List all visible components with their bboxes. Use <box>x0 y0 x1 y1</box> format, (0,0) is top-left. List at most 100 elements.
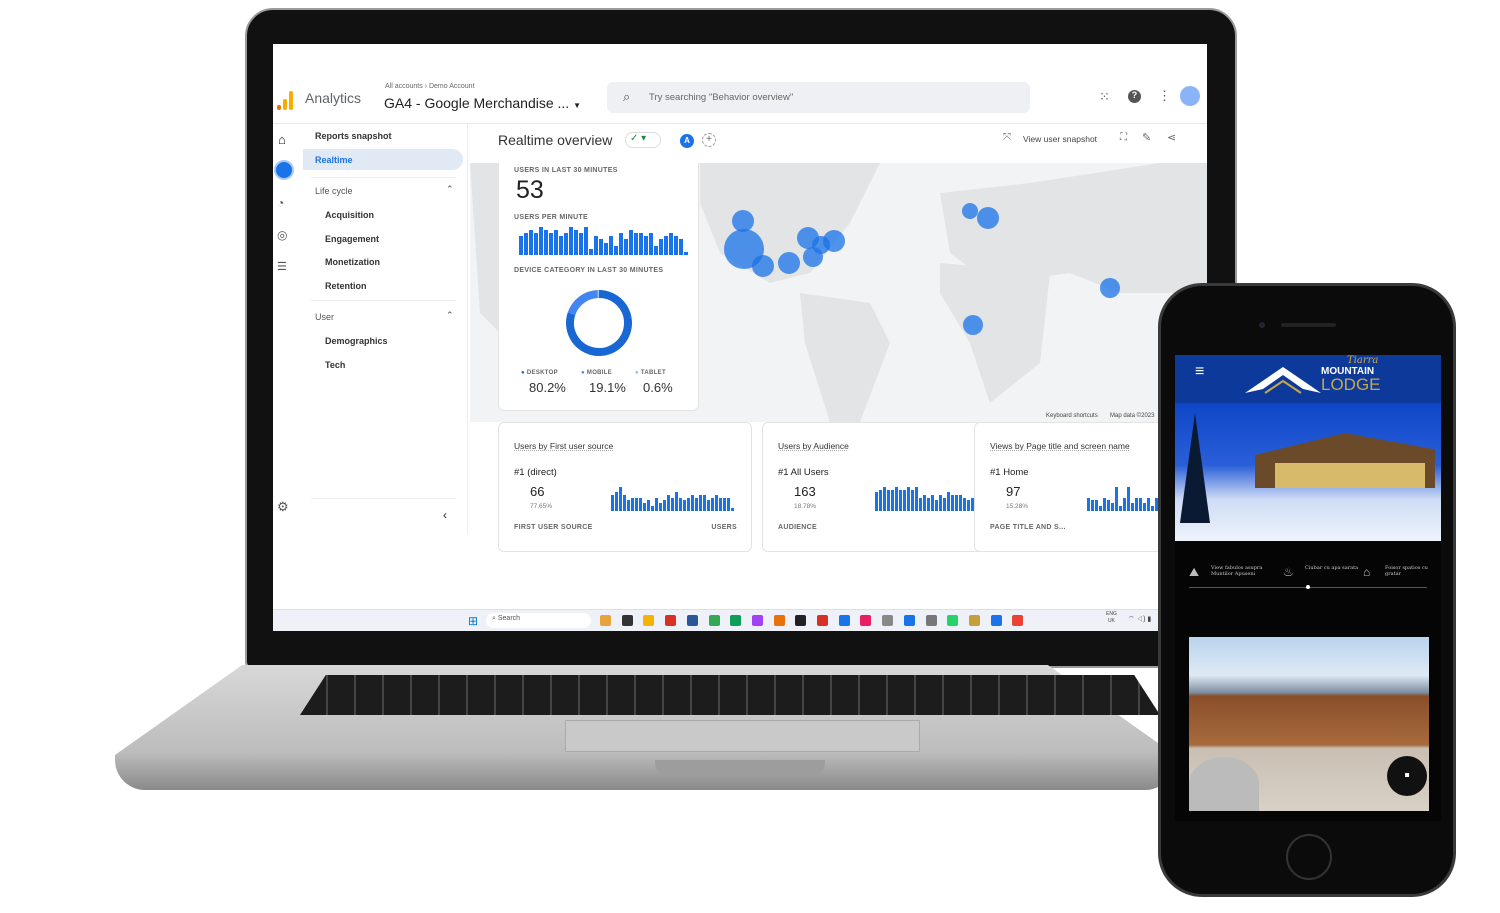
nav-lifecycle-header[interactable]: Life cycle <box>315 186 353 196</box>
bar[interactable] <box>651 505 654 511</box>
nav-user-header[interactable]: User <box>315 312 334 322</box>
search-bar[interactable]: ⌕ Try searching "Behavior overview" <box>607 82 1030 113</box>
bar[interactable] <box>939 495 942 511</box>
nav-retention[interactable]: Retention <box>325 281 367 291</box>
bar[interactable] <box>544 230 548 255</box>
bar[interactable] <box>1107 500 1110 511</box>
bar[interactable] <box>675 492 678 511</box>
bar[interactable] <box>943 497 946 511</box>
breadcrumb[interactable]: All accounts › Demo Account <box>385 83 475 90</box>
bar[interactable] <box>963 497 966 511</box>
settings-gear-icon[interactable]: ⚙ <box>277 499 289 515</box>
bar[interactable] <box>959 495 962 511</box>
taskbar-app-icon[interactable] <box>730 615 742 626</box>
taskbar-app-icon[interactable] <box>643 615 655 626</box>
bar[interactable] <box>519 236 523 255</box>
bar[interactable] <box>899 489 902 511</box>
bar[interactable] <box>935 500 938 511</box>
bar[interactable] <box>589 248 593 255</box>
bar[interactable] <box>684 251 688 255</box>
bar[interactable] <box>649 233 653 255</box>
view-user-snapshot-button[interactable]: View user snapshot <box>1023 134 1097 144</box>
edit-report-icon[interactable]: ✎ <box>1142 131 1151 144</box>
bar[interactable] <box>887 489 890 511</box>
bar[interactable] <box>895 487 898 511</box>
bar[interactable] <box>624 239 628 255</box>
carousel-dot[interactable] <box>1306 585 1310 589</box>
bar[interactable] <box>549 233 553 255</box>
bar[interactable] <box>659 503 662 511</box>
card-sparkline[interactable] <box>875 485 990 511</box>
keyboard-shortcuts-link[interactable]: Keyboard shortcuts <box>1046 413 1098 419</box>
audience-avatar[interactable]: A <box>680 134 694 148</box>
bar[interactable] <box>564 233 568 255</box>
device-donut-chart[interactable] <box>565 289 633 357</box>
bar[interactable] <box>1111 503 1114 511</box>
bar[interactable] <box>731 508 734 511</box>
bar[interactable] <box>711 497 714 511</box>
bar[interactable] <box>951 495 954 511</box>
home-button[interactable] <box>1286 834 1332 880</box>
bar[interactable] <box>727 497 730 511</box>
taskbar-app-icon[interactable] <box>686 615 698 626</box>
nav-engagement[interactable]: Engagement <box>325 234 379 244</box>
help-icon[interactable]: ? <box>1128 90 1141 103</box>
comparison-status-dropdown[interactable]: ✓ ▾ <box>625 132 661 148</box>
taskbar-app-icon[interactable] <box>621 615 633 626</box>
chat-bubble-icon[interactable]: ▪ <box>1387 756 1427 796</box>
bar[interactable] <box>703 495 706 511</box>
bar[interactable] <box>679 239 683 255</box>
card-title-dropdown[interactable]: Users by First user source <box>514 441 613 451</box>
bar[interactable] <box>931 495 934 511</box>
taskbar-app-icon[interactable] <box>860 615 872 626</box>
bar[interactable] <box>529 230 533 255</box>
bar[interactable] <box>629 230 633 255</box>
taskbar-app-icon[interactable] <box>1012 615 1024 626</box>
taskbar-app-icon[interactable] <box>817 615 828 626</box>
taskbar-search[interactable]: ⌕ Search <box>486 613 591 628</box>
collapse-nav-chevron-icon[interactable]: ‹ <box>443 508 447 522</box>
bar[interactable] <box>664 236 668 255</box>
bar[interactable] <box>631 497 634 511</box>
language-indicator[interactable]: ENG UK <box>1106 611 1117 625</box>
bar[interactable] <box>639 497 642 511</box>
bar[interactable] <box>715 495 718 511</box>
taskbar-app-icon[interactable] <box>751 615 763 626</box>
bar[interactable] <box>524 233 528 255</box>
bar[interactable] <box>674 236 678 255</box>
bar[interactable] <box>669 233 673 255</box>
explore-icon[interactable]: ◔ <box>277 196 284 210</box>
bar[interactable] <box>879 489 882 511</box>
bar[interactable] <box>1135 497 1138 511</box>
bar[interactable] <box>923 495 926 511</box>
bar[interactable] <box>1115 487 1118 511</box>
taskbar-app-icon[interactable] <box>925 615 937 626</box>
bar[interactable] <box>554 230 558 255</box>
bar[interactable] <box>1147 497 1150 511</box>
bar[interactable] <box>559 236 563 255</box>
search-input[interactable]: Try searching "Behavior overview" <box>649 92 793 103</box>
taskbar-app-icon[interactable] <box>968 615 980 626</box>
fullscreen-icon[interactable]: ⛶ <box>1120 132 1127 143</box>
home-icon[interactable]: ⌂ <box>278 132 286 147</box>
taskbar-app-icon[interactable] <box>990 615 1002 626</box>
breadcrumb-item[interactable]: Demo Account <box>429 83 475 90</box>
bar[interactable] <box>919 497 922 511</box>
donut-slice-mobile[interactable] <box>567 290 599 316</box>
bar[interactable] <box>911 489 914 511</box>
bar[interactable] <box>1143 503 1146 511</box>
bar[interactable] <box>967 500 970 511</box>
nav-monetization[interactable]: Monetization <box>325 257 380 267</box>
bar[interactable] <box>875 492 878 511</box>
bar[interactable] <box>1103 497 1106 511</box>
bar[interactable] <box>1123 497 1126 511</box>
bar[interactable] <box>604 242 608 255</box>
advertising-icon[interactable]: ◎ <box>277 228 287 242</box>
bar[interactable] <box>891 489 894 511</box>
bar[interactable] <box>634 233 638 255</box>
bar[interactable] <box>647 500 650 511</box>
bar[interactable] <box>915 487 918 511</box>
nav-demographics[interactable]: Demographics <box>325 336 388 346</box>
bar[interactable] <box>539 227 543 255</box>
bar[interactable] <box>1099 505 1102 511</box>
